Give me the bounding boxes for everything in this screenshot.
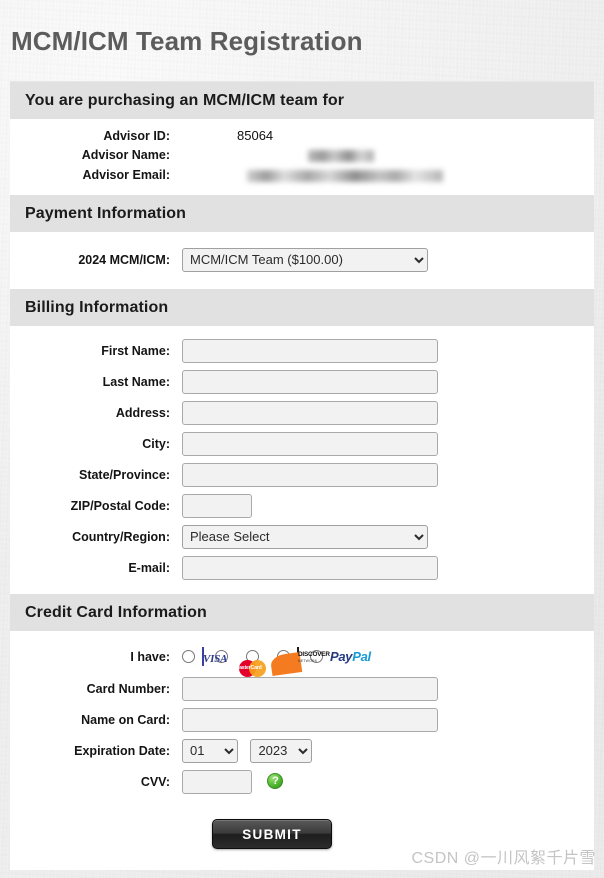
cvv-row: CVV: ? (10, 766, 594, 797)
state-control (176, 462, 438, 487)
email-label: E-mail: (128, 560, 170, 575)
advisor-id-label: Advisor ID: (103, 129, 170, 143)
cvv-help-glyph: ? (272, 775, 279, 788)
credit-section-body: I have: VISA MasterCard (10, 631, 594, 870)
visa-radio[interactable] (182, 650, 195, 663)
last-name-control (176, 369, 438, 394)
last-name-label: Last Name: (102, 374, 170, 389)
product-control: MCM/ICM Team ($100.00) (176, 247, 428, 272)
name-on-card-control (176, 707, 438, 732)
zip-row: ZIP/Postal Code: (10, 490, 594, 521)
country-row: Country/Region: Please Select (10, 521, 594, 552)
city-row: City: (10, 428, 594, 459)
card-number-row: Card Number: (10, 673, 594, 704)
cvv-label: CVV: (140, 774, 170, 789)
product-row: 2024 MCM/ICM: MCM/ICM Team ($100.00) (10, 244, 594, 275)
discover-icon[interactable]: DISCOVER NETWORK (297, 646, 330, 666)
first-name-control (176, 338, 438, 363)
name-on-card-label: Name on Card: (81, 712, 170, 727)
advisor-email-row: Advisor Email: (10, 167, 594, 187)
expiration-row: Expiration Date: 01 2023 (10, 735, 594, 766)
state-label: State/Province: (78, 467, 170, 482)
zip-input[interactable] (182, 493, 252, 518)
last-name-input[interactable] (182, 369, 438, 394)
card-number-input[interactable] (182, 676, 438, 701)
payment-section-header: Payment Information (10, 195, 594, 232)
card-number-label: Card Number: (86, 681, 170, 696)
redaction-block (308, 149, 374, 162)
advisor-name-value-redacted (176, 147, 374, 162)
product-select[interactable]: MCM/ICM Team ($100.00) (182, 247, 428, 272)
email-row: E-mail: (10, 552, 594, 583)
redaction-block (247, 169, 443, 182)
cvv-input[interactable] (182, 769, 252, 794)
visa-icon[interactable]: VISA (202, 646, 227, 666)
zip-label: ZIP/Postal Code: (70, 498, 170, 513)
city-control (176, 431, 438, 456)
submit-row: SUBMIT (10, 797, 594, 870)
email-input[interactable] (182, 555, 438, 580)
address-label: Address: (115, 405, 170, 420)
name-on-card-row: Name on Card: (10, 704, 594, 735)
payment-section-body: 2024 MCM/ICM: MCM/ICM Team ($100.00) (10, 232, 594, 289)
address-row: Address: (10, 397, 594, 428)
city-input[interactable] (182, 431, 438, 456)
zip-control (176, 493, 252, 518)
address-input[interactable] (182, 400, 438, 425)
address-control (176, 400, 438, 425)
i-have-label: I have: (130, 649, 170, 664)
advisor-name-label: Advisor Name: (81, 148, 170, 162)
card-brand-options: VISA MasterCard AMEX (176, 646, 382, 677)
name-on-card-input[interactable] (182, 707, 438, 732)
paypal-logo-text-1: Pay (330, 649, 353, 664)
state-input[interactable] (182, 462, 438, 487)
card-number-control (176, 676, 438, 701)
first-name-input[interactable] (182, 338, 438, 363)
billing-section-header: Billing Information (10, 289, 594, 326)
expiration-year-select[interactable]: 2023 (250, 738, 313, 763)
purchase-section-header: You are purchasing an MCM/ICM team for (10, 82, 594, 119)
purchase-section-body: Advisor ID: 85064 Advisor Name: Advisor … (10, 119, 594, 195)
advisor-email-label: Advisor Email: (82, 168, 170, 182)
card-brand-row: I have: VISA MasterCard (10, 640, 594, 677)
paypal-logo-text-2: Pal (352, 649, 371, 664)
email-control (176, 555, 438, 580)
product-label: 2024 MCM/ICM: (78, 252, 170, 267)
submit-button[interactable]: SUBMIT (212, 819, 332, 849)
advisor-name-row: Advisor Name: (10, 147, 594, 167)
registration-form-card: You are purchasing an MCM/ICM team for A… (10, 81, 594, 870)
first-name-row: First Name: (10, 335, 594, 366)
credit-section-header: Credit Card Information (10, 594, 594, 631)
last-name-row: Last Name: (10, 366, 594, 397)
country-select[interactable]: Please Select (182, 524, 428, 549)
card-choice-discover[interactable]: DISCOVER NETWORK (277, 646, 330, 666)
expiration-label: Expiration Date: (74, 743, 170, 758)
expiration-control: 01 2023 (176, 738, 313, 763)
cvv-control: ? (176, 769, 284, 794)
advisor-email-value-redacted (176, 167, 443, 182)
paypal-icon[interactable]: PayPal (330, 649, 371, 664)
advisor-id-value: 85064 (237, 128, 274, 143)
country-label: Country/Region: (72, 529, 170, 544)
expiration-month-select[interactable]: 01 (182, 738, 238, 763)
country-control: Please Select (176, 524, 428, 549)
card-choice-visa[interactable]: VISA (182, 646, 227, 666)
page-title: MCM/ICM Team Registration (11, 26, 363, 57)
advisor-id-row: Advisor ID: 85064 (10, 128, 594, 147)
cvv-help-icon[interactable]: ? (267, 773, 284, 790)
billing-section-body: First Name: Last Name: Address: City: St (10, 326, 594, 594)
first-name-label: First Name: (101, 343, 170, 358)
city-label: City: (142, 436, 170, 451)
state-row: State/Province: (10, 459, 594, 490)
